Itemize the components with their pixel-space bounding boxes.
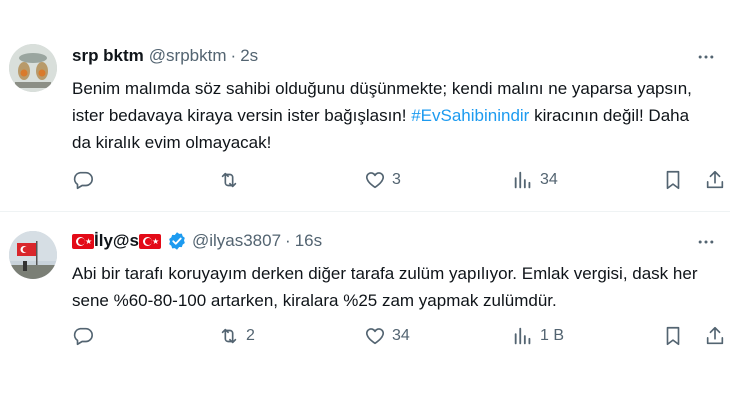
hashtag-link[interactable]: #EvSahibinindir xyxy=(411,106,529,125)
more-icon[interactable] xyxy=(694,45,718,69)
view-count: 1 B xyxy=(540,327,565,344)
like-count: 34 xyxy=(392,327,410,344)
separator-dot: · xyxy=(285,231,291,250)
bookmark-icon xyxy=(666,326,680,346)
share-icon xyxy=(706,170,724,189)
timestamp[interactable]: 16s xyxy=(295,230,322,252)
tweet-header: srp bktm @srpbktm · 2s xyxy=(72,45,258,67)
more-icon[interactable] xyxy=(694,230,718,254)
like-icon xyxy=(365,328,385,345)
share-button[interactable] xyxy=(704,324,726,348)
display-name[interactable]: İly@s xyxy=(94,230,139,252)
separator-dot: · xyxy=(230,46,237,65)
reply-icon xyxy=(73,327,93,346)
share-icon xyxy=(706,326,724,345)
share-button[interactable] xyxy=(704,168,726,192)
user-handle[interactable]: @srpbktm xyxy=(149,45,227,67)
repost-count: 2 xyxy=(246,327,255,344)
repost-button[interactable] xyxy=(218,168,246,192)
user-handle[interactable]: @ilyas3807 xyxy=(192,230,281,252)
bookmark-button[interactable] xyxy=(662,168,684,192)
tweet-actions: 3 34 xyxy=(72,168,724,192)
views-icon xyxy=(514,171,531,189)
display-name[interactable]: srp bktm xyxy=(72,45,144,67)
views-button[interactable]: 34 xyxy=(512,168,558,192)
tweet[interactable]: srp bktm @srpbktm · 2s Benim malımda söz… xyxy=(0,0,730,212)
timestamp[interactable]: 2s xyxy=(240,45,258,67)
tweet-text: Abi bir tarafı koruyayım derken diğer ta… xyxy=(72,264,698,310)
views-icon xyxy=(514,327,531,345)
reply-icon xyxy=(73,171,93,190)
repost-icon xyxy=(221,172,237,188)
verified-icon[interactable] xyxy=(167,231,187,251)
like-count: 3 xyxy=(392,171,401,188)
like-icon xyxy=(365,172,385,189)
turkish-flag-icon: ★ xyxy=(138,233,161,249)
bookmark-button[interactable] xyxy=(662,324,684,348)
timeline-feed: srp bktm @srpbktm · 2s Benim malımda söz… xyxy=(0,0,730,420)
repost-button[interactable]: 2 xyxy=(218,324,255,348)
repost-icon xyxy=(221,328,237,344)
tweet[interactable]: ★ İly@s ★ @ilyas3807 · 16s Abi bir taraf… xyxy=(0,213,730,373)
avatar[interactable] xyxy=(9,44,57,92)
turkish-flag-icon: ★ xyxy=(72,233,94,249)
tweet-text: Benim malımda söz sahibi olduğunu düşünm… xyxy=(72,75,710,156)
like-button[interactable]: 3 xyxy=(364,168,401,192)
reply-button[interactable] xyxy=(72,168,100,192)
bookmark-icon xyxy=(666,170,680,190)
tweet-header: ★ İly@s ★ @ilyas3807 · 16s xyxy=(72,230,322,252)
view-count: 34 xyxy=(540,171,558,188)
views-button[interactable]: 1 B xyxy=(512,324,564,348)
tweet-actions: 2 34 1 B xyxy=(72,324,724,348)
reply-button[interactable] xyxy=(72,324,100,348)
like-button[interactable]: 34 xyxy=(364,324,410,348)
avatar[interactable] xyxy=(9,231,57,279)
